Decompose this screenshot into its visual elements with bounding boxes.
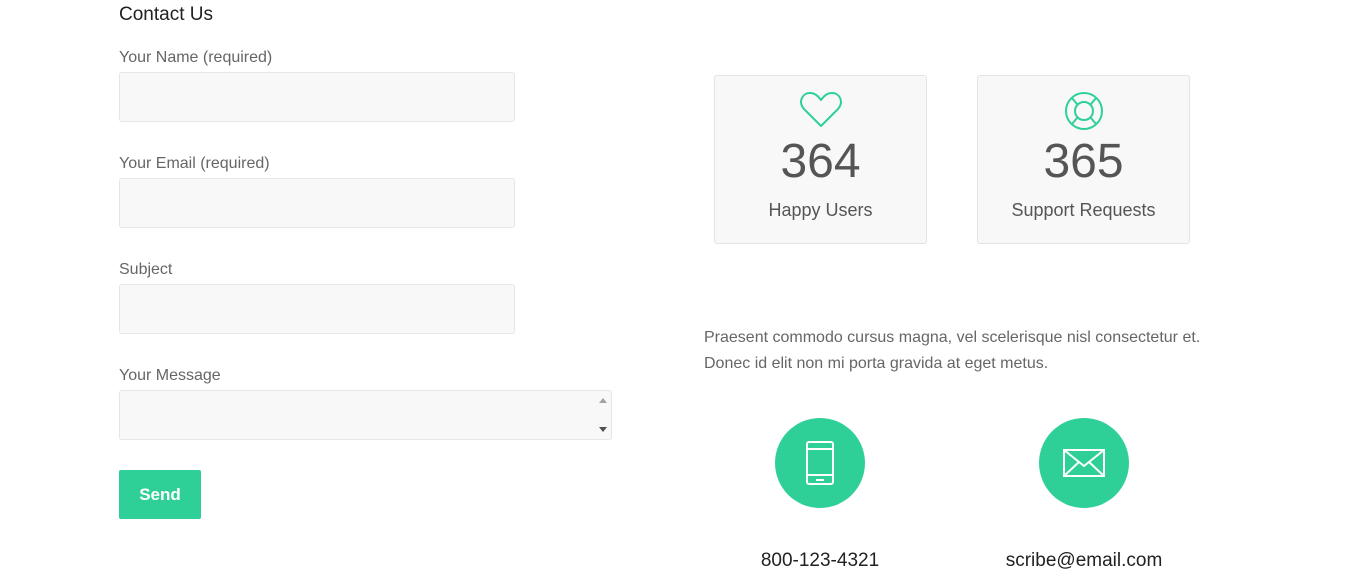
stat-label: Happy Users [768, 200, 873, 220]
heart-icon [799, 90, 843, 135]
email-field[interactable] [119, 178, 515, 228]
scroll-down-arrow-icon[interactable] [599, 427, 607, 432]
phone-number: 800-123-4321 [760, 550, 880, 571]
scroll-up-arrow-icon[interactable] [599, 398, 607, 403]
form-title: Contact Us [119, 4, 213, 25]
email-address: scribe@email.com [1005, 550, 1163, 571]
envelope-icon [1063, 449, 1105, 477]
phone-icon [806, 441, 834, 485]
description-line: Donec id elit non mi porta gravida at eg… [704, 355, 1049, 372]
message-textarea[interactable] [119, 390, 612, 440]
stat-label: Support Requests [1011, 200, 1156, 220]
stat-number: 365 [1043, 135, 1124, 188]
stat-card-support-requests: 365 Support Requests [977, 75, 1190, 244]
email-label: Your Email (required) [119, 155, 270, 172]
subject-field[interactable] [119, 284, 515, 334]
stat-number: 364 [780, 135, 861, 188]
lifebuoy-icon [1063, 90, 1105, 137]
description-line: Praesent commodo cursus magna, vel scele… [704, 329, 1201, 346]
message-label: Your Message [119, 367, 221, 384]
email-circle [1039, 418, 1129, 508]
subject-label: Subject [119, 261, 173, 278]
contact-page: Contact Us Your Name (required) Your Ema… [0, 0, 1348, 588]
message-scrollbar[interactable] [595, 391, 611, 439]
name-label: Your Name (required) [119, 49, 273, 66]
stat-card-happy-users: 364 Happy Users [714, 75, 927, 244]
name-field[interactable] [119, 72, 515, 122]
send-button[interactable]: Send [119, 470, 201, 519]
phone-circle [775, 418, 865, 508]
description-text: Praesent commodo cursus magna, vel scele… [704, 325, 1224, 377]
